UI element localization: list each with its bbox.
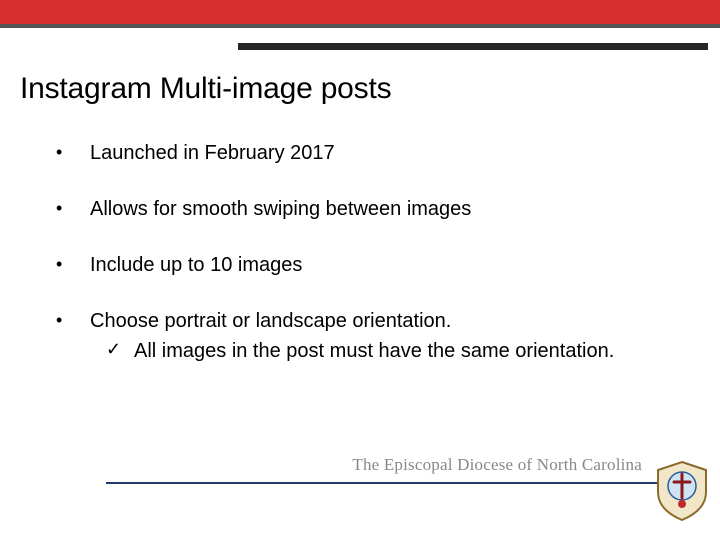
list-item-text: Launched in February 2017 xyxy=(90,140,656,166)
diocese-seal-icon xyxy=(656,460,708,522)
list-item: • Include up to 10 images xyxy=(56,252,656,278)
header-dark-bar xyxy=(238,43,708,50)
check-icon: ✓ xyxy=(106,338,134,361)
header-grey-strip xyxy=(0,24,720,28)
list-item-text: Choose portrait or landscape orientation… xyxy=(90,308,656,364)
list-item-text: Include up to 10 images xyxy=(90,252,656,278)
bullet-icon: • xyxy=(56,196,90,220)
footer-org-name: The Episcopal Diocese of North Carolina xyxy=(352,455,642,475)
sub-list-item: ✓ All images in the post must have the s… xyxy=(90,338,656,364)
list-item: • Launched in February 2017 xyxy=(56,140,656,166)
bullet-icon: • xyxy=(56,308,90,332)
list-item-main: Choose portrait or landscape orientation… xyxy=(90,310,451,332)
sub-list-item-text: All images in the post must have the sam… xyxy=(134,338,656,364)
bullet-list: • Launched in February 2017 • Allows for… xyxy=(56,140,656,394)
bullet-icon: • xyxy=(56,140,90,164)
list-item: • Allows for smooth swiping between imag… xyxy=(56,196,656,222)
list-item: • Choose portrait or landscape orientati… xyxy=(56,308,656,364)
list-item-text: Allows for smooth swiping between images xyxy=(90,196,656,222)
footer-divider xyxy=(106,482,706,484)
bullet-icon: • xyxy=(56,252,90,276)
slide-title: Instagram Multi-image posts xyxy=(20,72,391,106)
header-red-bar xyxy=(0,0,720,24)
